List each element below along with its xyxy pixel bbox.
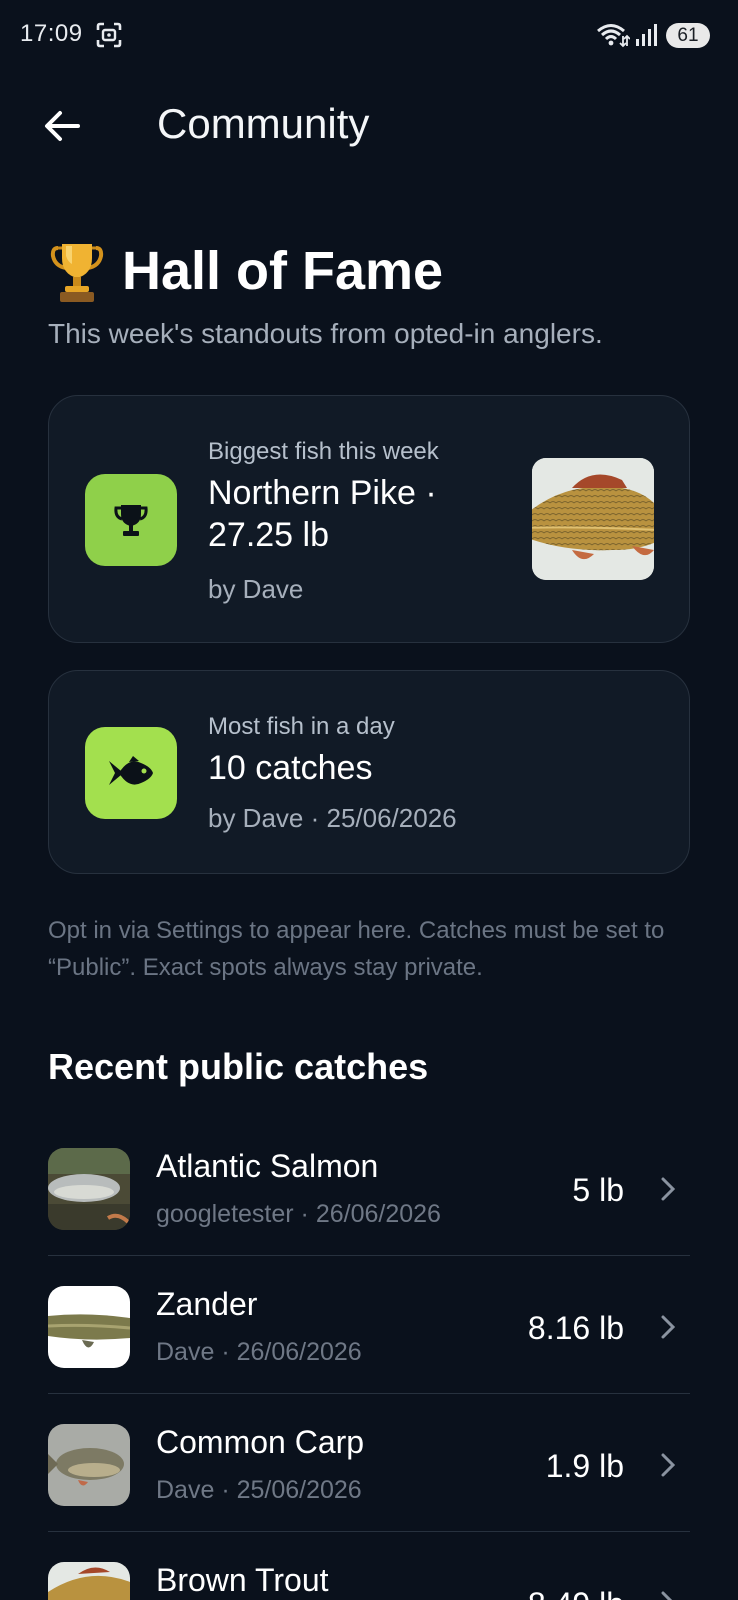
trophy-icon xyxy=(114,505,148,536)
catch-photo xyxy=(48,1286,130,1368)
status-time: 17:09 xyxy=(20,20,83,47)
status-bar: 17:09 61 xyxy=(0,0,738,70)
trout-photo xyxy=(48,1562,130,1600)
list-item[interactable]: Atlantic Salmon googletester · 26/06/202… xyxy=(48,1118,690,1256)
catch-photo xyxy=(48,1424,130,1506)
catch-date: 25/06/2026 xyxy=(236,1476,362,1504)
catch-species: Zander xyxy=(156,1286,258,1322)
catch-angler: googletester xyxy=(156,1200,294,1228)
catch-species: Atlantic Salmon xyxy=(156,1148,379,1184)
zander-photo xyxy=(48,1286,130,1368)
catch-meta: Dave · 26/06/2026 xyxy=(156,1338,362,1366)
trophy-icon-box xyxy=(85,474,177,566)
catch-angler: Dave xyxy=(156,1476,215,1504)
catch-date: 26/06/2026 xyxy=(236,1338,362,1366)
card-label: Biggest fish this week xyxy=(208,438,439,465)
fish-icon-box xyxy=(85,727,177,819)
trophy-emoji-icon xyxy=(50,244,104,302)
catch-species: Brown Trout xyxy=(156,1562,329,1598)
chevron-right-icon xyxy=(661,1453,676,1477)
catch-weight: 8.49 lb xyxy=(528,1586,624,1600)
list-item[interactable]: Zander Dave · 26/06/2026 8.16 lb xyxy=(48,1256,690,1394)
catch-photo xyxy=(48,1562,130,1600)
card-value: Northern Pike · 27.25 lb xyxy=(208,474,437,554)
biggest-fish-card[interactable]: Biggest fish this week Northern Pike · 2… xyxy=(48,395,690,643)
community-screen: 17:09 61 Community Hall of Fame This wee… xyxy=(0,0,738,1600)
catch-meta: Dave · 25/06/2026 xyxy=(156,1476,362,1504)
chevron-right-icon xyxy=(661,1591,673,1600)
catch-date: 26/06/2026 xyxy=(315,1200,441,1228)
carp-photo xyxy=(48,1424,130,1506)
catch-meta: googletester · 26/06/2026 xyxy=(156,1200,441,1228)
card-label: Most fish in a day xyxy=(208,713,395,740)
catch-weight: 8.16 lb xyxy=(527,1310,624,1346)
signal-icon xyxy=(636,24,657,46)
fish-illustration xyxy=(532,458,654,580)
catch-photo xyxy=(48,1148,130,1230)
list-item[interactable]: Brown Trout 8.49 lb xyxy=(48,1532,690,1600)
page-title: Community xyxy=(157,100,370,147)
screenshot-icon xyxy=(96,22,122,48)
catch-weight: 5 lb xyxy=(572,1172,624,1208)
fish-photo xyxy=(532,458,654,580)
catch-angler: Dave xyxy=(156,1338,215,1366)
arrow-left-icon[interactable] xyxy=(40,104,84,148)
wifi-icon xyxy=(597,24,630,48)
card-value: 10 catches xyxy=(208,749,373,787)
recent-catches-title: Recent public catches xyxy=(48,1046,429,1087)
opt-in-note: Opt in via Settings to appear here. Catc… xyxy=(48,917,665,981)
catch-weight: 1.9 lb xyxy=(545,1448,624,1484)
catch-species: Common Carp xyxy=(156,1424,365,1460)
list-item[interactable]: Common Carp Dave · 25/06/2026 1.9 lb xyxy=(48,1394,690,1532)
hall-of-fame-subtitle: This week's standouts from opted-in angl… xyxy=(48,318,603,349)
chevron-right-icon xyxy=(661,1177,676,1201)
fish-icon xyxy=(109,756,153,785)
most-fish-card[interactable]: Most fish in a day 10 catches by Dave · … xyxy=(48,670,690,874)
card-by: by Dave · 25/06/2026 xyxy=(208,803,457,833)
salmon-photo xyxy=(48,1148,130,1230)
chevron-right-icon xyxy=(661,1315,676,1339)
battery-indicator: 61 xyxy=(666,23,710,48)
card-by: by Dave xyxy=(208,574,304,604)
hall-of-fame-title: Hall of Fame xyxy=(122,241,444,301)
